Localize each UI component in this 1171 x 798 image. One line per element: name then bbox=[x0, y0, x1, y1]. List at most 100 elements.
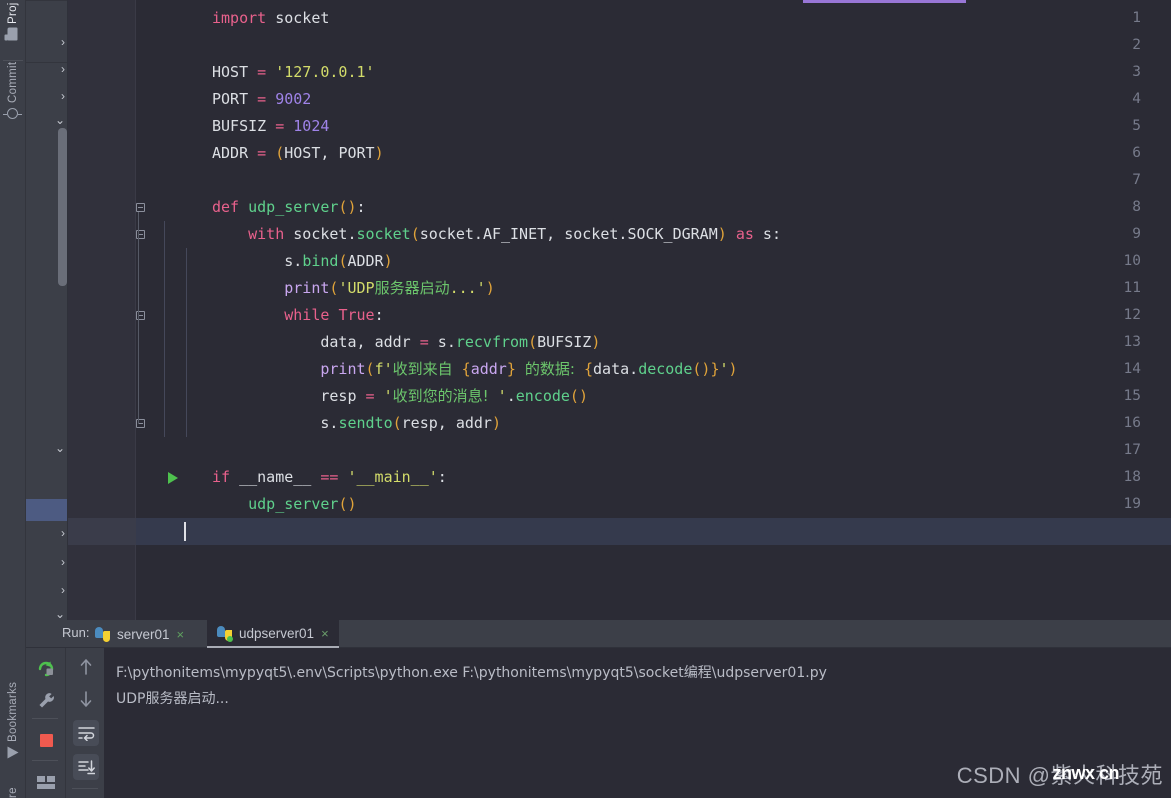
tree-collapse-chevron-icon[interactable]: ⌄ bbox=[55, 442, 65, 454]
scroll-to-end-button[interactable] bbox=[73, 754, 99, 780]
fold-minus-icon bbox=[135, 419, 145, 428]
tree-expand-chevron-icon[interactable]: › bbox=[61, 556, 65, 568]
code-token: decode bbox=[638, 360, 693, 378]
code-token: s bbox=[437, 333, 447, 351]
next-occurrence-button[interactable] bbox=[73, 686, 99, 712]
tree-expand-chevron-icon[interactable]: › bbox=[61, 584, 65, 596]
code-line: while True: bbox=[212, 302, 384, 329]
code-token: True bbox=[338, 306, 375, 324]
code-fold-toggle[interactable] bbox=[134, 221, 146, 248]
strip-divider bbox=[3, 60, 23, 61]
code-token: ( bbox=[275, 144, 285, 162]
toolbar-divider bbox=[32, 760, 58, 761]
code-token: socket bbox=[275, 9, 330, 27]
tree-expand-chevron-icon[interactable]: › bbox=[61, 527, 65, 539]
code-token: 的数据 bbox=[524, 360, 570, 378]
fold-connector bbox=[138, 320, 140, 424]
soft-wrap-icon bbox=[77, 726, 95, 741]
code-token: . bbox=[473, 225, 483, 243]
rerun-button[interactable] bbox=[34, 656, 58, 680]
code-token: ( bbox=[528, 333, 538, 351]
stop-button[interactable] bbox=[34, 728, 58, 752]
watermark-prefix: CSDN @ bbox=[956, 763, 1051, 788]
toolbar-divider bbox=[72, 788, 98, 789]
run-toolbar-secondary bbox=[66, 648, 104, 798]
run-settings-button[interactable] bbox=[34, 688, 58, 712]
code-line: HOST = '127.0.0.1' bbox=[212, 59, 375, 86]
code-token: s bbox=[762, 225, 772, 243]
code-token: ) bbox=[728, 360, 738, 378]
stop-icon bbox=[39, 733, 53, 747]
toolbar-divider bbox=[32, 718, 58, 719]
code-token: as bbox=[735, 225, 754, 243]
prev-occurrence-button[interactable] bbox=[73, 654, 99, 680]
code-token: import bbox=[212, 9, 267, 27]
code-line: ADDR = (HOST, PORT) bbox=[212, 140, 384, 167]
tree-expand-chevron-icon[interactable]: › bbox=[61, 90, 65, 102]
layout-icon bbox=[37, 775, 55, 789]
tool-window-tab-structure[interactable]: re bbox=[0, 770, 26, 798]
code-token: . bbox=[446, 333, 456, 351]
tree-expand-chevron-icon[interactable]: › bbox=[61, 36, 65, 48]
code-line: print(f'收到来自 {addr} 的数据: {data.decode()}… bbox=[212, 356, 738, 383]
project-tree-scrollbar[interactable] bbox=[58, 128, 67, 286]
code-text-area[interactable]: import socket HOST = '127.0.0.1' PORT = 90… bbox=[136, 0, 1171, 620]
code-token: . bbox=[506, 387, 516, 405]
project-tree-panel[interactable]: › › › ⌄ ⌄ › › › ⌄ bbox=[26, 0, 68, 620]
tool-window-tab-bookmarks[interactable]: Bookmarks bbox=[0, 660, 26, 759]
code-line: print('UDP服务器启动...') bbox=[212, 275, 494, 302]
code-token: : bbox=[374, 306, 384, 324]
code-token: ADDR bbox=[212, 144, 249, 162]
run-tab-udpserver01-label: udpserver01 bbox=[239, 625, 315, 641]
tool-window-tab-commit-label: Commit bbox=[7, 62, 19, 104]
code-token: addr bbox=[455, 414, 492, 432]
code-token: HOST bbox=[284, 144, 321, 162]
close-icon[interactable]: × bbox=[321, 626, 329, 641]
close-icon[interactable]: × bbox=[177, 627, 185, 642]
code-line: import socket bbox=[212, 5, 329, 32]
code-token: 收到您的消息! bbox=[392, 387, 489, 405]
layout-button[interactable] bbox=[34, 770, 58, 794]
tree-expand-chevron-icon[interactable]: › bbox=[61, 63, 65, 75]
tool-window-tab-commit[interactable]: Commit bbox=[0, 62, 26, 144]
code-token: while bbox=[284, 306, 330, 324]
tree-selected-item[interactable] bbox=[26, 499, 68, 521]
left-tool-strip: Proj Commit Bookmarks re bbox=[0, 0, 26, 798]
tool-window-tab-project[interactable]: Proj bbox=[0, 2, 26, 58]
code-token: ' bbox=[719, 360, 729, 378]
code-token: () bbox=[338, 198, 357, 216]
code-token: UDP bbox=[347, 279, 375, 297]
code-token: ) bbox=[374, 144, 384, 162]
tool-window-tab-project-label: Proj bbox=[7, 2, 19, 24]
soft-wrap-button[interactable] bbox=[73, 720, 99, 746]
code-line: s.bind(ADDR) bbox=[212, 248, 392, 275]
code-token: ( bbox=[410, 225, 420, 243]
tree-collapse-chevron-icon[interactable]: ⌄ bbox=[55, 608, 65, 620]
code-token: 1024 bbox=[293, 117, 330, 135]
run-tab-udpserver01[interactable]: udpserver01 × bbox=[207, 620, 339, 648]
code-token: HOST bbox=[212, 63, 249, 81]
code-token: SOCK_DGRAM bbox=[627, 225, 718, 243]
tree-collapse-chevron-icon[interactable]: ⌄ bbox=[55, 114, 65, 126]
code-token: } bbox=[506, 360, 516, 378]
panel-right-edge bbox=[67, 0, 68, 620]
code-fold-toggle[interactable] bbox=[134, 302, 146, 329]
run-tab-server01[interactable]: server01 × bbox=[85, 620, 194, 648]
python-icon bbox=[95, 626, 110, 642]
code-fold-toggle[interactable] bbox=[134, 194, 146, 221]
code-editor[interactable]: 1234567891011121314151617181920 import s… bbox=[68, 0, 1171, 620]
code-fold-toggle[interactable] bbox=[134, 410, 146, 437]
code-token: udp_server bbox=[248, 198, 339, 216]
code-token: ) bbox=[347, 495, 357, 513]
